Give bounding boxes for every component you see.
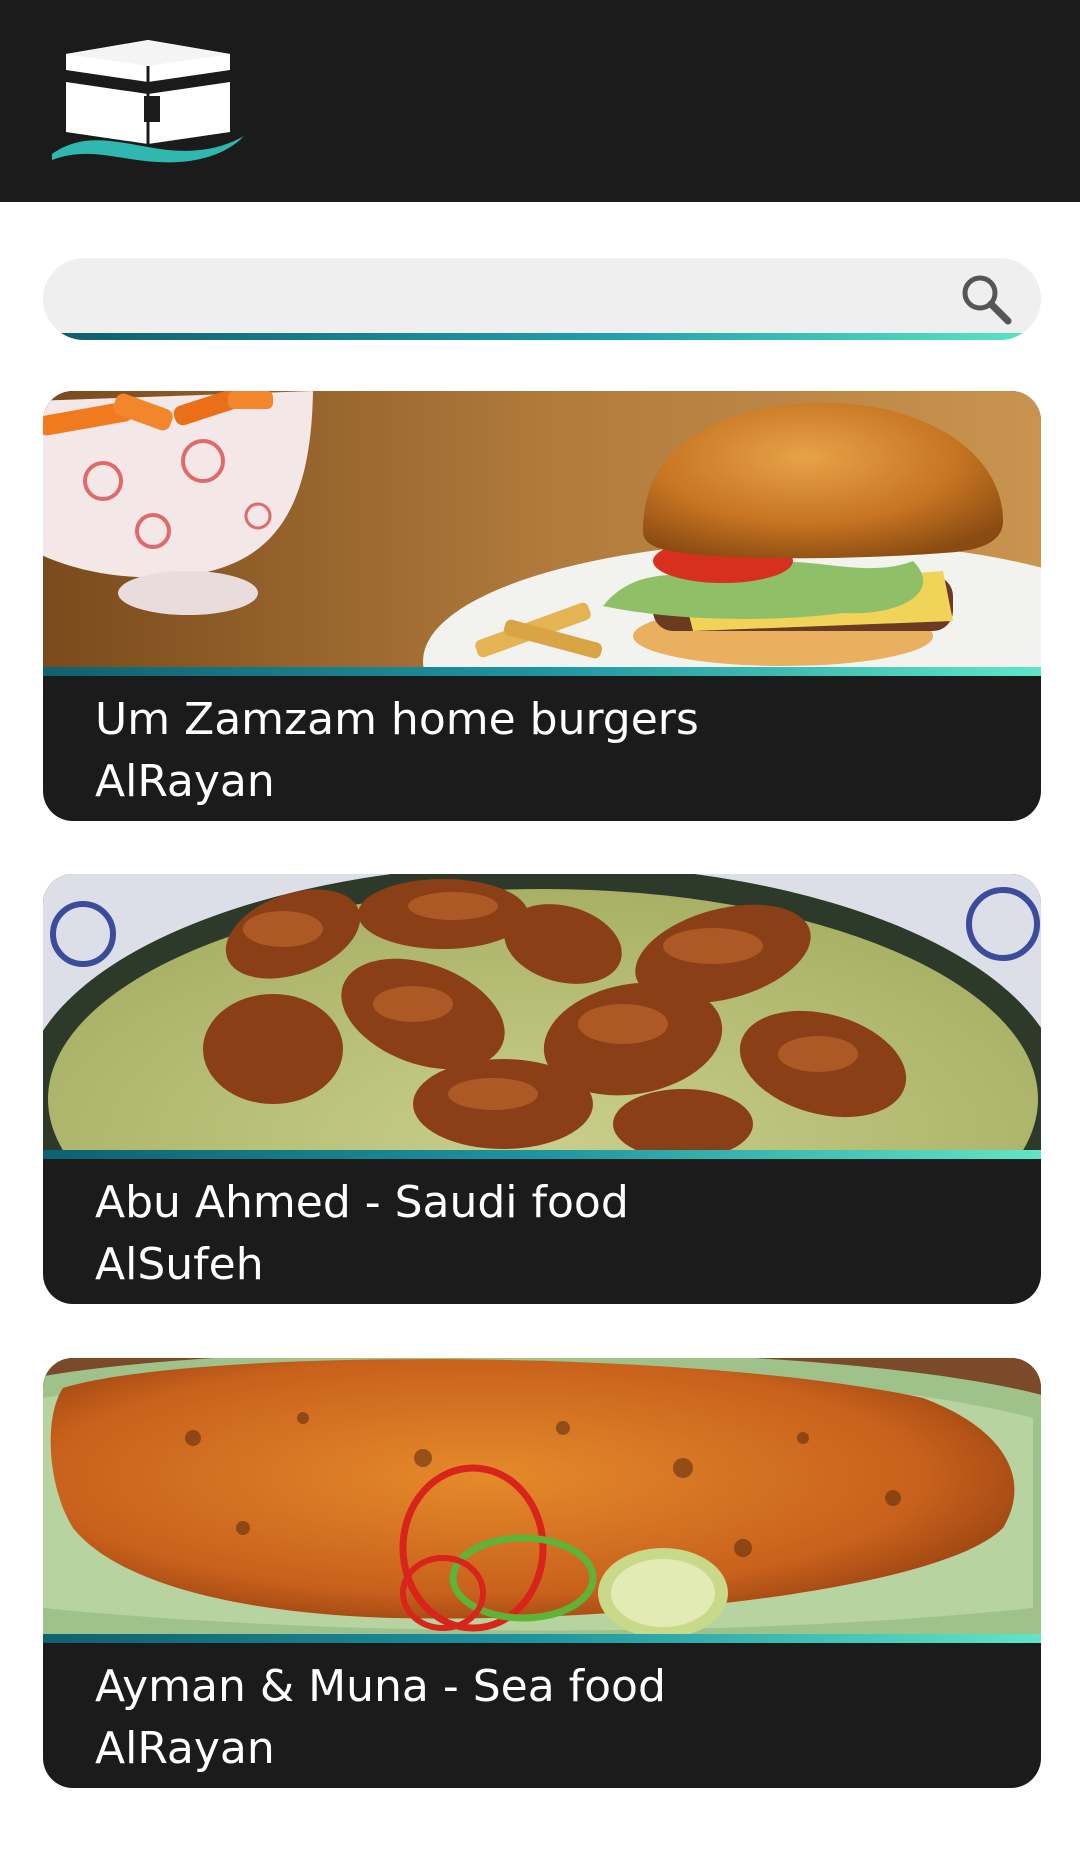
restaurant-card[interactable]: Abu Ahmed - Saudi food AlSufeh xyxy=(43,874,1041,1304)
restaurant-name: Abu Ahmed - Saudi food xyxy=(95,1177,629,1228)
restaurant-name: Um Zamzam home burgers xyxy=(95,694,699,745)
chicken-rice-photo xyxy=(43,874,1041,1150)
search-bar[interactable] xyxy=(43,258,1041,340)
restaurant-name: Ayman & Muna - Sea food xyxy=(95,1661,666,1712)
card-accent-line xyxy=(43,1634,1041,1643)
card-accent-line xyxy=(43,667,1041,676)
card-caption: Ayman & Muna - Sea food AlRayan xyxy=(95,1656,666,1780)
kaaba-logo-icon[interactable] xyxy=(48,36,248,166)
search-icon[interactable] xyxy=(959,272,1013,326)
app-header xyxy=(0,0,1080,202)
burger-photo xyxy=(43,391,1041,667)
card-caption: Abu Ahmed - Saudi food AlSufeh xyxy=(95,1172,629,1296)
card-accent-line xyxy=(43,1150,1041,1159)
restaurant-location: AlSufeh xyxy=(95,1239,264,1290)
grilled-fish-photo xyxy=(43,1358,1041,1634)
restaurant-card[interactable]: Um Zamzam home burgers AlRayan xyxy=(43,391,1041,821)
restaurant-location: AlRayan xyxy=(95,1723,275,1774)
search-input[interactable] xyxy=(83,258,947,334)
search-underline xyxy=(59,333,1025,340)
restaurant-location: AlRayan xyxy=(95,756,275,807)
card-caption: Um Zamzam home burgers AlRayan xyxy=(95,689,699,813)
restaurant-card[interactable]: Ayman & Muna - Sea food AlRayan xyxy=(43,1358,1041,1788)
